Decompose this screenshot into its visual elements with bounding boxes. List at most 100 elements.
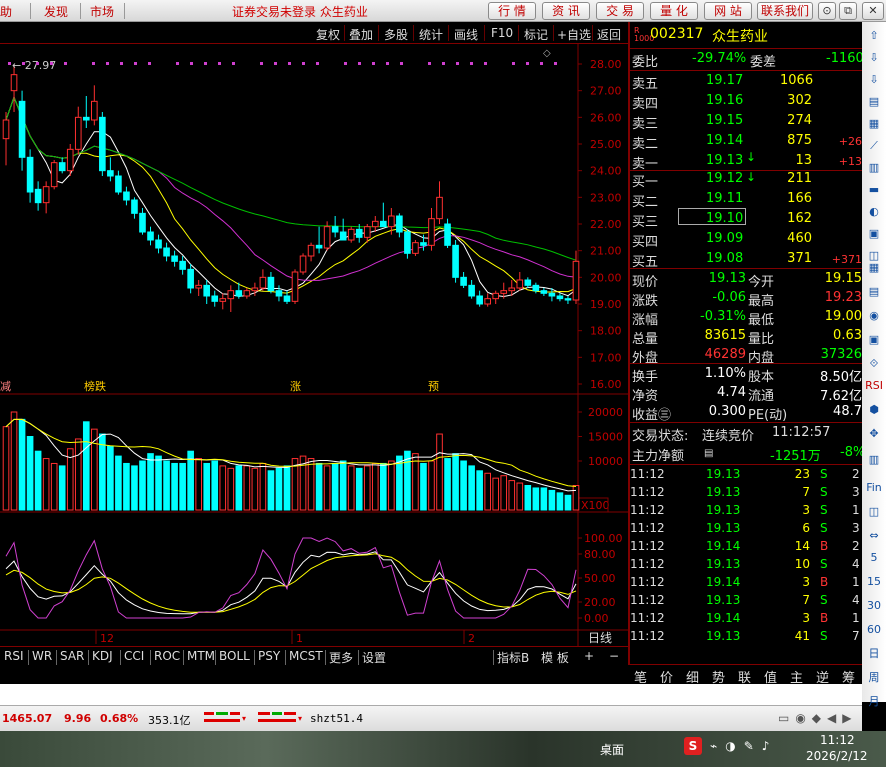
restore-rights-button[interactable]: 复权 bbox=[316, 26, 340, 43]
trade-button[interactable]: 交 易 bbox=[596, 2, 644, 20]
indicator-tab[interactable]: + bbox=[584, 649, 594, 663]
sidebar-label[interactable]: 5 bbox=[865, 550, 883, 566]
window-icon[interactable]: ▣ bbox=[865, 226, 883, 242]
bars-icon[interactable]: ▥ bbox=[865, 160, 883, 176]
chip-icon[interactable]: ⬢ bbox=[865, 402, 883, 418]
indicator-tab[interactable]: 指标B bbox=[497, 649, 529, 666]
settings-icon[interactable]: ⊙ bbox=[818, 2, 836, 20]
grid-icon[interactable]: ▦ bbox=[865, 116, 883, 132]
stat-value: 46289 bbox=[704, 347, 746, 362]
multi-stock-button[interactable]: 多股 bbox=[384, 26, 408, 43]
signal-dot bbox=[358, 62, 361, 65]
volume-bar bbox=[307, 458, 315, 511]
close-icon[interactable]: ✕ bbox=[862, 2, 884, 20]
indicator-tab[interactable]: MTM bbox=[187, 649, 215, 663]
buy-level-price: 19.12 bbox=[706, 171, 744, 186]
status-icons[interactable]: ▭◉◆◀▶ bbox=[778, 711, 858, 725]
tick-price: 19.13 bbox=[706, 593, 741, 607]
up-arrow-icon[interactable]: ⇧ bbox=[865, 28, 883, 44]
sidebar-label[interactable]: 60 bbox=[865, 622, 883, 638]
sidebar-label[interactable]: 日 bbox=[865, 646, 883, 662]
add-watchlist-button[interactable]: +自选 bbox=[557, 26, 591, 43]
sell-level-row[interactable]: 卖五 19.17 1066 bbox=[630, 72, 864, 92]
candle-body bbox=[147, 231, 154, 241]
indicator-tab[interactable]: BOLL bbox=[219, 649, 250, 663]
indicator-tab[interactable]: 模 板 bbox=[541, 649, 569, 666]
draw-line-button[interactable]: 画线 bbox=[454, 26, 478, 43]
menu-separator bbox=[80, 3, 81, 19]
indicator-tab[interactable]: MCST bbox=[289, 649, 323, 663]
chart-icon[interactable]: ⟐ bbox=[865, 356, 883, 372]
stat-label: 总量 bbox=[632, 332, 659, 347]
mark-button[interactable]: 标记 bbox=[524, 26, 548, 43]
menu-market[interactable]: 市场 bbox=[90, 3, 114, 20]
statistics-button[interactable]: 统计 bbox=[419, 26, 443, 43]
f10-button[interactable]: F10 bbox=[491, 26, 513, 40]
down-arrow-icon[interactable]: ⇩ bbox=[865, 72, 883, 88]
list-icon[interactable]: ▤ bbox=[865, 94, 883, 110]
ime-icon[interactable]: S bbox=[684, 737, 702, 755]
sidebar-label[interactable]: 月 bbox=[865, 694, 883, 710]
sidebar-label[interactable]: 30 bbox=[865, 598, 883, 614]
indicator-tab[interactable]: 设置 bbox=[362, 649, 386, 666]
candle-body bbox=[564, 298, 572, 301]
menu-help[interactable]: 助 bbox=[0, 3, 12, 20]
doc-icon[interactable]: ▥ bbox=[865, 452, 883, 468]
stat-row: 涨幅 -0.31% 最低 19.00 bbox=[630, 308, 864, 328]
sell-level-volume: 274 bbox=[787, 113, 812, 128]
indicator-tab[interactable]: RSI bbox=[4, 649, 24, 663]
divider bbox=[630, 48, 864, 49]
sidebar-label[interactable]: 周 bbox=[865, 670, 883, 686]
indicator-tab[interactable]: ROC bbox=[154, 649, 180, 663]
clock-icon[interactable]: ◐ bbox=[865, 204, 883, 220]
indicator-tab[interactable]: CCI bbox=[124, 649, 144, 663]
panel-icon[interactable]: ▬ bbox=[865, 182, 883, 198]
menu-icon[interactable]: ▤ bbox=[704, 448, 713, 459]
sell-level-row[interactable]: 卖二 19.14 875 +26 bbox=[630, 132, 864, 152]
menu-discover[interactable]: 发现 bbox=[44, 3, 68, 20]
indicator-tab[interactable]: 更多 bbox=[329, 649, 353, 666]
candle-body bbox=[251, 287, 259, 292]
tray-icons[interactable]: ⌁◑✎♪ bbox=[710, 739, 777, 753]
tick-price: 19.13 bbox=[706, 521, 741, 535]
table-icon[interactable]: ▤ bbox=[865, 284, 883, 300]
split-icon[interactable]: ◫ bbox=[865, 504, 883, 520]
indicator-tab[interactable]: WR bbox=[32, 649, 52, 663]
quant-button[interactable]: 量 化 bbox=[650, 2, 698, 20]
kline-chart[interactable]: 28.00 27.00 26.00 25.00 24.00 23.00 22.00 21.00… bbox=[0, 44, 628, 664]
stat-label: 净资 bbox=[632, 389, 659, 404]
sidebar-label[interactable]: 15 bbox=[865, 574, 883, 590]
indicator-tab[interactable]: SAR bbox=[60, 649, 84, 663]
overlay-button[interactable]: 叠加 bbox=[349, 26, 373, 43]
trend-icon[interactable]: ⟋ bbox=[865, 138, 883, 154]
sidebar-label[interactable]: Fin bbox=[865, 480, 883, 496]
box-icon[interactable]: ▣ bbox=[865, 332, 883, 348]
down-arrow-icon[interactable]: ⇩ bbox=[865, 50, 883, 66]
sidebar-label[interactable]: RSI bbox=[865, 378, 883, 394]
sell-level-row[interactable]: 卖四 19.16 302 bbox=[630, 92, 864, 112]
website-button[interactable]: 网 站 bbox=[704, 2, 752, 20]
desktop-label[interactable]: 桌面 bbox=[600, 741, 624, 758]
main-flow-row[interactable]: 主力净额 ▤ -1251万 -8% bbox=[630, 444, 865, 464]
target-icon[interactable]: ◉ bbox=[865, 308, 883, 324]
toolbar-separator bbox=[413, 25, 414, 41]
tick-price: 19.13 bbox=[706, 629, 741, 643]
buy-level-row[interactable]: 买四 19.09 460 bbox=[630, 230, 864, 250]
indicator-tab[interactable]: KDJ bbox=[92, 649, 113, 663]
news-button[interactable]: 资 讯 bbox=[542, 2, 590, 20]
buy-level-row[interactable]: 买三 19.10 162 bbox=[630, 210, 864, 230]
indicator-tab[interactable]: − bbox=[609, 649, 619, 663]
contact-button[interactable]: 联系我们 bbox=[757, 2, 813, 20]
restore-icon[interactable]: ⧉ bbox=[839, 2, 857, 20]
buy-level-row[interactable]: 买二 19.11 166 bbox=[630, 190, 864, 210]
swap-icon[interactable]: ⇔ bbox=[865, 528, 883, 544]
candle-body bbox=[299, 255, 307, 273]
quote-button[interactable]: 行 情 bbox=[488, 2, 536, 20]
move-icon[interactable]: ✥ bbox=[865, 426, 883, 442]
back-button[interactable]: 返回 bbox=[597, 26, 621, 43]
indicator-tab[interactable]: PSY bbox=[258, 649, 280, 663]
tick-time: 11:12 bbox=[630, 611, 665, 625]
buy-level-row[interactable]: 买五 19.08 371 +371 bbox=[630, 250, 864, 270]
calendar-icon[interactable]: ▦ bbox=[865, 260, 883, 276]
sell-level-row[interactable]: 卖三 19.15 274 bbox=[630, 112, 864, 132]
